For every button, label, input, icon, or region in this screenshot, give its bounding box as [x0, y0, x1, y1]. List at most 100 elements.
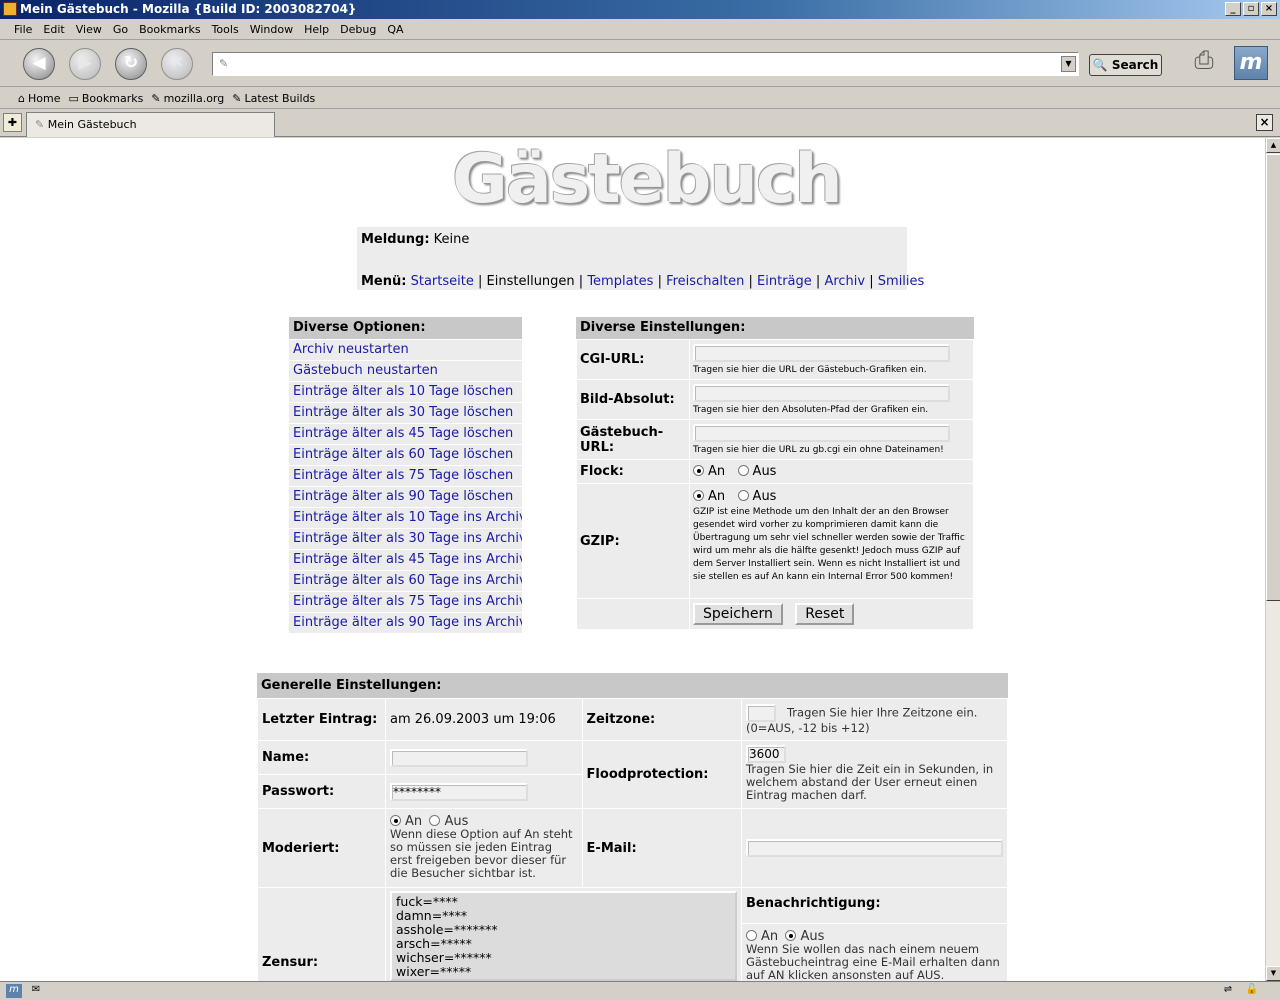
gzip-an-label: An: [708, 489, 726, 504]
page-icon: ✎: [35, 118, 45, 131]
name-input[interactable]: [390, 748, 528, 767]
notification-an-radio[interactable]: [746, 930, 757, 941]
back-button[interactable]: ◀: [23, 48, 55, 80]
option-link[interactable]: Einträge älter als 90 Tage löschen: [293, 489, 513, 504]
message-value: Keine: [433, 232, 470, 247]
search-button[interactable]: 🔍 Search: [1089, 54, 1162, 76]
password-input[interactable]: ********: [390, 782, 528, 801]
option-link[interactable]: Einträge älter als 60 Tage löschen: [293, 447, 513, 462]
floodprotection-input[interactable]: 3600: [746, 745, 786, 763]
menu-bookmarks[interactable]: Bookmarks: [139, 23, 200, 36]
search-icon: 🔍: [1092, 58, 1108, 72]
guestbook-logo: Gästebuch: [452, 140, 843, 219]
timezone-input[interactable]: [746, 704, 776, 722]
menu-window[interactable]: Window: [250, 23, 293, 36]
scroll-thumb[interactable]: [1266, 154, 1280, 601]
settings-title: Diverse Einstellungen:: [576, 317, 974, 339]
flock-aus-radio[interactable]: [737, 465, 749, 476]
email-input[interactable]: [746, 839, 1003, 857]
notification-aus-radio[interactable]: [785, 930, 797, 941]
menu-label: Menü:: [361, 274, 407, 289]
option-link[interactable]: Einträge älter als 75 Tage ins Archiv: [293, 594, 522, 609]
mozilla-org-label: mozilla.org: [163, 91, 225, 105]
vertical-scrollbar[interactable]: ▲ ▼: [1265, 138, 1280, 981]
mozilla-throbber-icon[interactable]: m: [1234, 46, 1268, 80]
name-label: Name:: [257, 740, 386, 775]
guestbook-url-input[interactable]: [693, 423, 950, 442]
option-link[interactable]: Einträge älter als 45 Tage löschen: [293, 426, 513, 441]
menu-help[interactable]: Help: [304, 23, 329, 36]
option-link[interactable]: Einträge älter als 10 Tage löschen: [293, 384, 513, 399]
menu-link-freischalten[interactable]: Freischalten: [666, 274, 744, 289]
option-link[interactable]: Einträge älter als 30 Tage löschen: [293, 405, 513, 420]
save-button[interactable]: Speichern: [693, 603, 783, 625]
menu-bar: File Edit View Go Bookmarks Tools Window…: [0, 20, 1280, 40]
maximize-button[interactable]: ▫: [1243, 2, 1259, 16]
flock-an-radio[interactable]: [693, 465, 704, 476]
menu-tools[interactable]: Tools: [212, 23, 239, 36]
reset-button[interactable]: Reset: [795, 603, 855, 625]
stop-button[interactable]: ✕: [161, 48, 193, 80]
menu-item-einstellungen: Einstellungen: [486, 274, 575, 289]
reload-button[interactable]: ↻: [115, 48, 147, 80]
mozilla-org-link[interactable]: ✎ mozilla.org: [151, 92, 224, 105]
moderated-aus-radio[interactable]: [429, 815, 441, 826]
cgi-url-input[interactable]: [693, 343, 950, 362]
menu-link-smilies[interactable]: Smilies: [878, 274, 925, 289]
last-entry-label: Letzter Eintrag:: [257, 698, 386, 741]
option-link[interactable]: Einträge älter als 60 Tage ins Archiv: [293, 573, 522, 588]
bookmarks-button[interactable]: ▭ Bookmarks: [68, 92, 143, 105]
bookmarks-label: Bookmarks: [81, 91, 144, 105]
tab-title: Mein Gästebuch: [47, 118, 137, 131]
new-tab-button[interactable]: ✚: [3, 113, 22, 132]
latest-builds-link[interactable]: ✎ Latest Builds: [232, 92, 315, 105]
mozilla-app-icon: [3, 2, 17, 16]
printer-icon: ⎙: [1194, 46, 1214, 74]
moderated-an-radio[interactable]: [390, 815, 401, 826]
page-proxy-icon: ✎: [219, 57, 229, 70]
option-link[interactable]: Archiv neustarten: [293, 342, 409, 357]
menu-file[interactable]: File: [14, 23, 32, 36]
close-tab-button[interactable]: ×: [1256, 114, 1273, 131]
option-link[interactable]: Gästebuch neustarten: [293, 363, 438, 378]
home-button[interactable]: ⌂ Home: [18, 92, 60, 105]
censor-textarea[interactable]: fuck=**** damn=**** asshole=******* arsc…: [390, 891, 737, 981]
option-link[interactable]: Einträge älter als 75 Tage löschen: [293, 468, 513, 483]
flock-aus-label: Aus: [752, 464, 777, 479]
option-link[interactable]: Einträge älter als 45 Tage ins Archiv: [293, 552, 522, 567]
close-window-button[interactable]: ×: [1261, 2, 1277, 16]
floodprotection-hint: Tragen Sie hier die Zeit ein in Sekunden…: [746, 762, 994, 802]
gzip-an-radio[interactable]: [693, 490, 704, 501]
option-link[interactable]: Einträge älter als 30 Tage ins Archiv: [293, 531, 522, 546]
print-button[interactable]: ⎙: [1186, 46, 1222, 78]
option-link[interactable]: Einträge älter als 10 Tage ins Archiv: [293, 510, 522, 525]
gzip-aus-label: Aus: [752, 489, 777, 504]
mail-icon[interactable]: ✉: [28, 984, 44, 998]
menu-link-startseite[interactable]: Startseite: [411, 274, 474, 289]
menu-link-templates[interactable]: Templates: [587, 274, 653, 289]
menu-link-archiv[interactable]: Archiv: [824, 274, 865, 289]
forward-button[interactable]: ▶: [69, 48, 101, 80]
back-arrow-icon: ◀: [32, 53, 46, 73]
status-bar: m ✉ ⇌ 🔓: [0, 981, 1280, 1000]
tab-mein-gaestebuch[interactable]: ✎ Mein Gästebuch: [26, 112, 275, 137]
minimize-button[interactable]: _: [1225, 2, 1241, 16]
cgi-url-label: CGI-URL:: [576, 339, 690, 380]
guestbook-url-label: Gästebuch-URL:: [576, 419, 690, 460]
url-dropdown-button[interactable]: ▼: [1061, 56, 1076, 72]
menu-view[interactable]: View: [76, 23, 102, 36]
gzip-aus-radio[interactable]: [737, 490, 749, 501]
menu-qa[interactable]: QA: [387, 23, 403, 36]
menu-edit[interactable]: Edit: [43, 23, 64, 36]
menu-debug[interactable]: Debug: [340, 23, 376, 36]
bild-absolut-input[interactable]: [693, 383, 950, 402]
scroll-up-button[interactable]: ▲: [1266, 138, 1280, 153]
password-label: Passwort:: [257, 774, 386, 809]
menu-link-eintraege[interactable]: Einträge: [757, 274, 812, 289]
connection-icon: ⇌: [1223, 984, 1233, 995]
navigator-icon[interactable]: m: [6, 984, 22, 998]
scroll-down-button[interactable]: ▼: [1266, 966, 1280, 981]
option-link[interactable]: Einträge älter als 90 Tage ins Archiv: [293, 615, 522, 630]
menu-go[interactable]: Go: [113, 23, 128, 36]
url-bar[interactable]: ✎ ▼: [212, 52, 1079, 76]
